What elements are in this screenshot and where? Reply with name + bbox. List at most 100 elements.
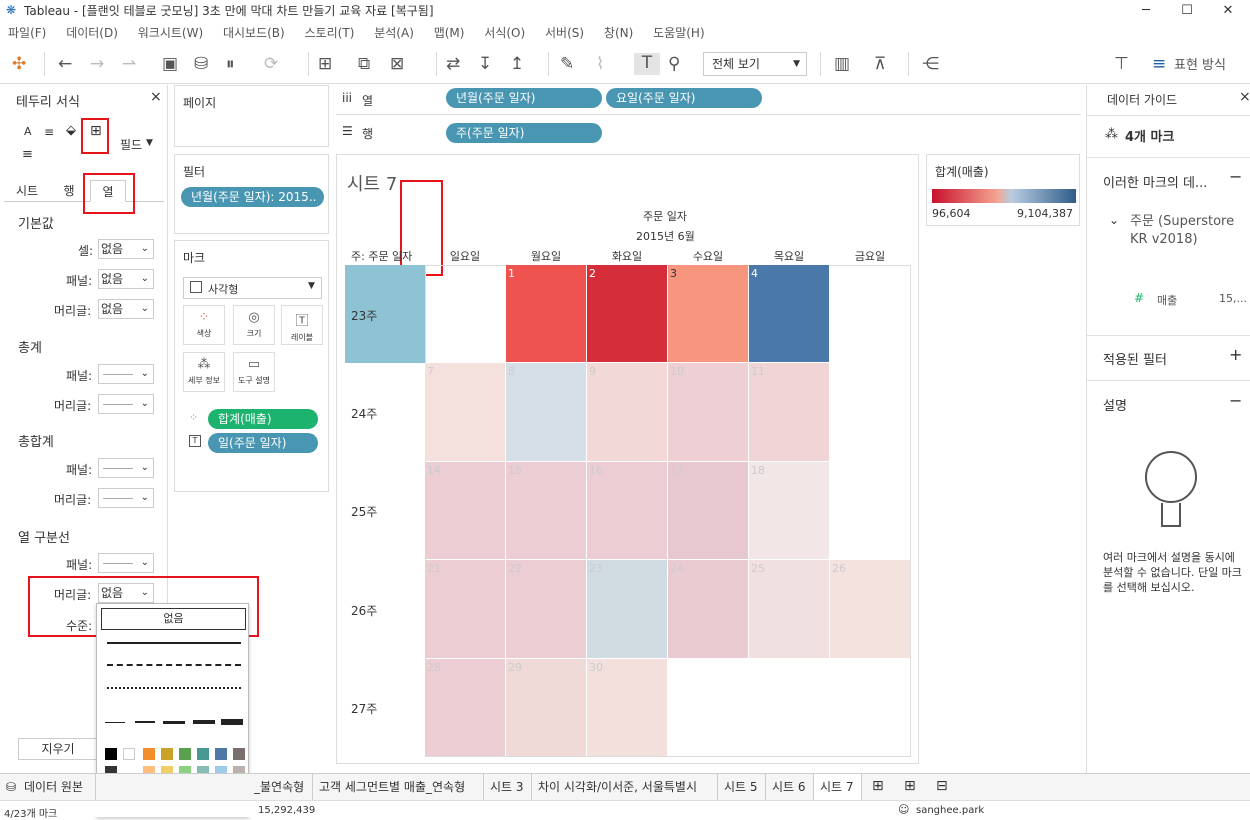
heatmap-cell[interactable]: 28 (425, 658, 505, 756)
show-cards-icon[interactable]: ▥ (834, 54, 850, 74)
heatmap-cell[interactable]: 10 (668, 363, 748, 461)
menu-help[interactable]: 도움말(H) (653, 22, 705, 44)
close-window-button[interactable]: ✕ (1208, 0, 1248, 22)
group-icon[interactable]: ⌇ (596, 54, 604, 74)
mark-pill-day[interactable]: 일(주문 일자) (208, 433, 318, 453)
view-fit-select[interactable]: 전체 보기 ▼ (703, 52, 807, 76)
section-mark-data[interactable]: 이러한 마크의 데... (1103, 172, 1207, 191)
lines-format-icon[interactable]: ≡ (22, 147, 33, 162)
tab-sheet-3[interactable]: 시트 3 (484, 774, 532, 801)
font-format-icon[interactable]: A (24, 125, 32, 138)
close-icon[interactable]: × (1239, 89, 1250, 105)
tab-rows[interactable]: 행 (54, 180, 84, 202)
heatmap-cell[interactable]: 17 (668, 461, 748, 560)
label-button[interactable]: 🅃 레이블 (281, 305, 323, 345)
mark-pill-sales[interactable]: 합계(매출) (208, 409, 318, 429)
size-button[interactable]: ◎ 크기 (233, 305, 275, 345)
maximize-button[interactable]: ☐ (1167, 0, 1207, 22)
heatmap-cell[interactable]: 30 (587, 658, 667, 756)
detail-button[interactable]: ⁂ 세부 정보 (183, 352, 225, 392)
tab-segment-sales[interactable]: 고객 세그먼트별 매출_연속형 (313, 774, 484, 801)
heatmap-cell[interactable]: 15 (506, 461, 586, 560)
color-swatch[interactable] (233, 748, 245, 760)
filter-pill-yearmonth[interactable]: 년월(주문 일자): 2015.. (181, 187, 324, 207)
save-icon[interactable]: ▣ (162, 54, 178, 74)
show-me-button[interactable]: 표현 방식 (1174, 56, 1226, 76)
chevron-down-icon[interactable]: ⌄ (1109, 213, 1119, 227)
filters-card[interactable]: 필터 년월(주문 일자): 2015.. (174, 154, 329, 234)
new-datasource-icon[interactable]: ⛁ (194, 54, 208, 74)
menu-format[interactable]: 서식(O) (484, 22, 525, 44)
tab-sheet[interactable]: 시트 (10, 180, 44, 202)
color-swatch[interactable] (123, 748, 135, 760)
color-button[interactable]: ⁘ 색상 (183, 305, 225, 345)
new-worksheet-icon[interactable]: ⊞ (318, 54, 332, 74)
heatmap-cell[interactable]: 18 (749, 461, 829, 560)
tab-sheet-7[interactable]: 시트 7 (814, 774, 862, 801)
columns-shelf[interactable]: iii 열 년월(주문 일자) 요일(주문 일자) (336, 85, 1081, 115)
heatmap-cell[interactable]: 23 (587, 560, 667, 658)
menu-story[interactable]: 스토리(T) (305, 22, 355, 44)
undo-icon[interactable]: ← (58, 54, 72, 74)
border-width-5[interactable] (221, 719, 243, 725)
share-icon[interactable]: ⋲ (922, 54, 939, 74)
sort-desc-icon[interactable]: ↥ (510, 54, 524, 74)
presentation-icon[interactable]: ⊼ (874, 54, 886, 74)
heatmap-cell[interactable]: 25 (749, 560, 829, 658)
mark-type-select[interactable]: 사각형 ▼ (183, 277, 322, 299)
menu-analysis[interactable]: 분석(A) (374, 22, 414, 44)
border-width-1[interactable] (105, 722, 125, 723)
column-pill-weekday[interactable]: 요일(주문 일자) (606, 88, 762, 108)
heatmap-cell[interactable]: 8 (506, 363, 586, 461)
menu-file[interactable]: 파일(F) (8, 22, 46, 44)
menu-dashboard[interactable]: 대시보드(B) (223, 22, 285, 44)
grand-header-select[interactable]: ⌄ (98, 488, 154, 508)
pages-card[interactable]: 페이지 (174, 85, 329, 147)
heatmap-cell[interactable]: 1 (506, 265, 586, 363)
heatmap-cell[interactable]: 4 (749, 265, 829, 363)
show-labels-icon[interactable]: T (634, 53, 660, 75)
menu-map[interactable]: 맵(M) (434, 22, 465, 44)
menu-server[interactable]: 서버(S) (545, 22, 584, 44)
totals-pane-select[interactable]: ⌄ (98, 364, 154, 384)
align-format-icon[interactable]: ≡ (44, 125, 54, 139)
totals-header-select[interactable]: ⌄ (98, 394, 154, 414)
border-option-solid[interactable] (107, 642, 241, 644)
border-width-2[interactable] (135, 721, 155, 723)
tooltip-button[interactable]: ▭ 도구 설명 (233, 352, 275, 392)
divider-pane-select[interactable]: ⌄ (98, 553, 154, 573)
tableau-start-icon[interactable]: ✣ (12, 54, 26, 74)
heatmap-cell[interactable]: 9 (587, 363, 667, 461)
heatmap-cell[interactable]: 14 (425, 461, 505, 560)
color-swatch[interactable] (105, 748, 117, 760)
heatmap-cell[interactable]: 2 (587, 265, 667, 363)
heatmap-cell[interactable]: 24 (668, 560, 748, 658)
replay-icon[interactable]: ⇀ (122, 54, 136, 74)
fix-axes-icon[interactable]: ⚲ (668, 54, 680, 74)
new-story-icon[interactable]: ⊟ (936, 778, 948, 794)
duplicate-icon[interactable]: ⧉ (358, 54, 370, 74)
border-option-dashed[interactable] (107, 664, 241, 666)
cell-border-select[interactable]: 없음 ⌄ (98, 239, 154, 259)
show-me-icon[interactable]: ≡ (1152, 54, 1166, 74)
border-width-4[interactable] (193, 720, 215, 724)
pause-icon[interactable]: ⏸ (226, 54, 235, 74)
close-icon[interactable]: × (150, 89, 162, 105)
heatmap-cell[interactable]: 22 (506, 560, 586, 658)
section-description[interactable]: 설명 (1103, 395, 1127, 414)
refresh-icon[interactable]: ⟳ (264, 54, 278, 74)
heatmap-cell[interactable]: 26 (830, 560, 910, 658)
minimize-button[interactable]: ─ (1126, 0, 1166, 22)
tab-difference-viz[interactable]: 차이 시각화/이서준, 서울특별시 (532, 774, 718, 801)
menu-worksheet[interactable]: 워크시트(W) (138, 22, 203, 44)
row-pill-week[interactable]: 주(주문 일자) (446, 123, 602, 143)
color-swatch[interactable] (161, 748, 173, 760)
collapse-icon[interactable]: − (1229, 391, 1242, 410)
collapse-icon[interactable]: − (1229, 167, 1242, 186)
border-width-3[interactable] (163, 721, 185, 724)
expand-icon[interactable]: + (1229, 345, 1242, 364)
new-dashboard-icon[interactable]: ⊞ (904, 778, 916, 794)
rows-shelf[interactable]: ☰ 행 주(주문 일자) (336, 117, 1081, 147)
heatmap-cell[interactable]: 16 (587, 461, 667, 560)
tab-discrete[interactable]: _불연속형 (248, 774, 313, 801)
